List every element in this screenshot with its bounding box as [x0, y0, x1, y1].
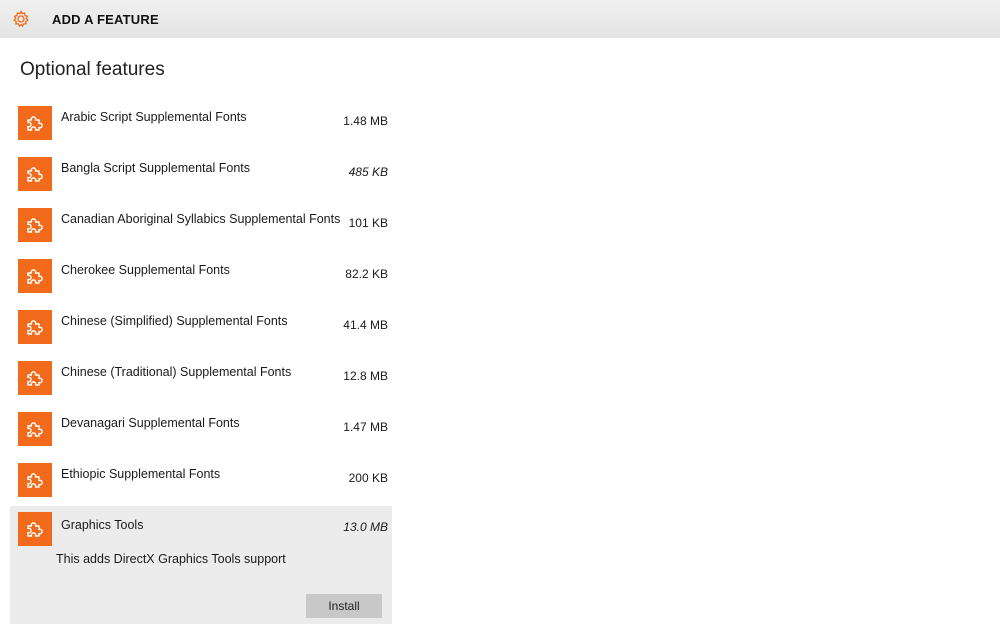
feature-size: 12.8 MB — [343, 369, 388, 383]
page-title: Optional features — [20, 59, 165, 80]
feature-item-ethiopic[interactable]: Ethiopic Supplemental Fonts 200 KB — [10, 455, 392, 506]
puzzle-piece-icon — [18, 208, 52, 242]
feature-name: Cherokee Supplemental Fonts — [61, 263, 230, 277]
feature-item-chinese-traditional[interactable]: Chinese (Traditional) Supplemental Fonts… — [10, 353, 392, 404]
puzzle-piece-icon — [18, 361, 52, 395]
install-button[interactable]: Install — [306, 594, 382, 618]
feature-item-graphics-tools[interactable]: Graphics Tools 13.0 MB This adds DirectX… — [10, 506, 392, 624]
puzzle-piece-icon — [18, 157, 52, 191]
feature-item-devanagari[interactable]: Devanagari Supplemental Fonts 1.47 MB — [10, 404, 392, 455]
feature-item-cherokee[interactable]: Cherokee Supplemental Fonts 82.2 KB — [10, 251, 392, 302]
feature-size: 82.2 KB — [345, 267, 388, 281]
puzzle-piece-icon — [18, 512, 52, 546]
feature-size: 1.48 MB — [343, 114, 388, 128]
feature-size: 101 KB — [348, 216, 388, 230]
title-bar: ADD A FEATURE — [0, 0, 1000, 38]
puzzle-piece-icon — [18, 259, 52, 293]
feature-list: Arabic Script Supplemental Fonts 1.48 MB… — [10, 98, 392, 624]
feature-name: Chinese (Traditional) Supplemental Fonts — [61, 365, 292, 379]
puzzle-piece-icon — [18, 310, 52, 344]
feature-name: Ethiopic Supplemental Fonts — [61, 467, 221, 481]
feature-name: Bangla Script Supplemental Fonts — [61, 161, 250, 175]
feature-name: Arabic Script Supplemental Fonts — [61, 110, 247, 124]
feature-name: Graphics Tools — [61, 518, 144, 532]
gear-icon — [10, 8, 32, 30]
puzzle-piece-icon — [18, 412, 52, 446]
feature-description: This adds DirectX Graphics Tools support — [56, 552, 286, 566]
feature-item-arabic[interactable]: Arabic Script Supplemental Fonts 1.48 MB — [10, 98, 392, 149]
feature-size: 41.4 MB — [343, 318, 388, 332]
feature-size: 13.0 MB — [343, 520, 388, 534]
feature-name: Chinese (Simplified) Supplemental Fonts — [61, 314, 288, 328]
feature-name: Canadian Aboriginal Syllabics Supplement… — [61, 212, 341, 226]
feature-item-chinese-simplified[interactable]: Chinese (Simplified) Supplemental Fonts … — [10, 302, 392, 353]
feature-name: Devanagari Supplemental Fonts — [61, 416, 240, 430]
puzzle-piece-icon — [18, 106, 52, 140]
puzzle-piece-icon — [18, 463, 52, 497]
feature-item-bangla[interactable]: Bangla Script Supplemental Fonts 485 KB — [10, 149, 392, 200]
feature-size: 485 KB — [348, 165, 388, 179]
window-title: ADD A FEATURE — [52, 11, 159, 27]
feature-size: 200 KB — [348, 471, 388, 485]
feature-item-canadian-aboriginal[interactable]: Canadian Aboriginal Syllabics Supplement… — [10, 200, 392, 251]
feature-size: 1.47 MB — [343, 420, 388, 434]
